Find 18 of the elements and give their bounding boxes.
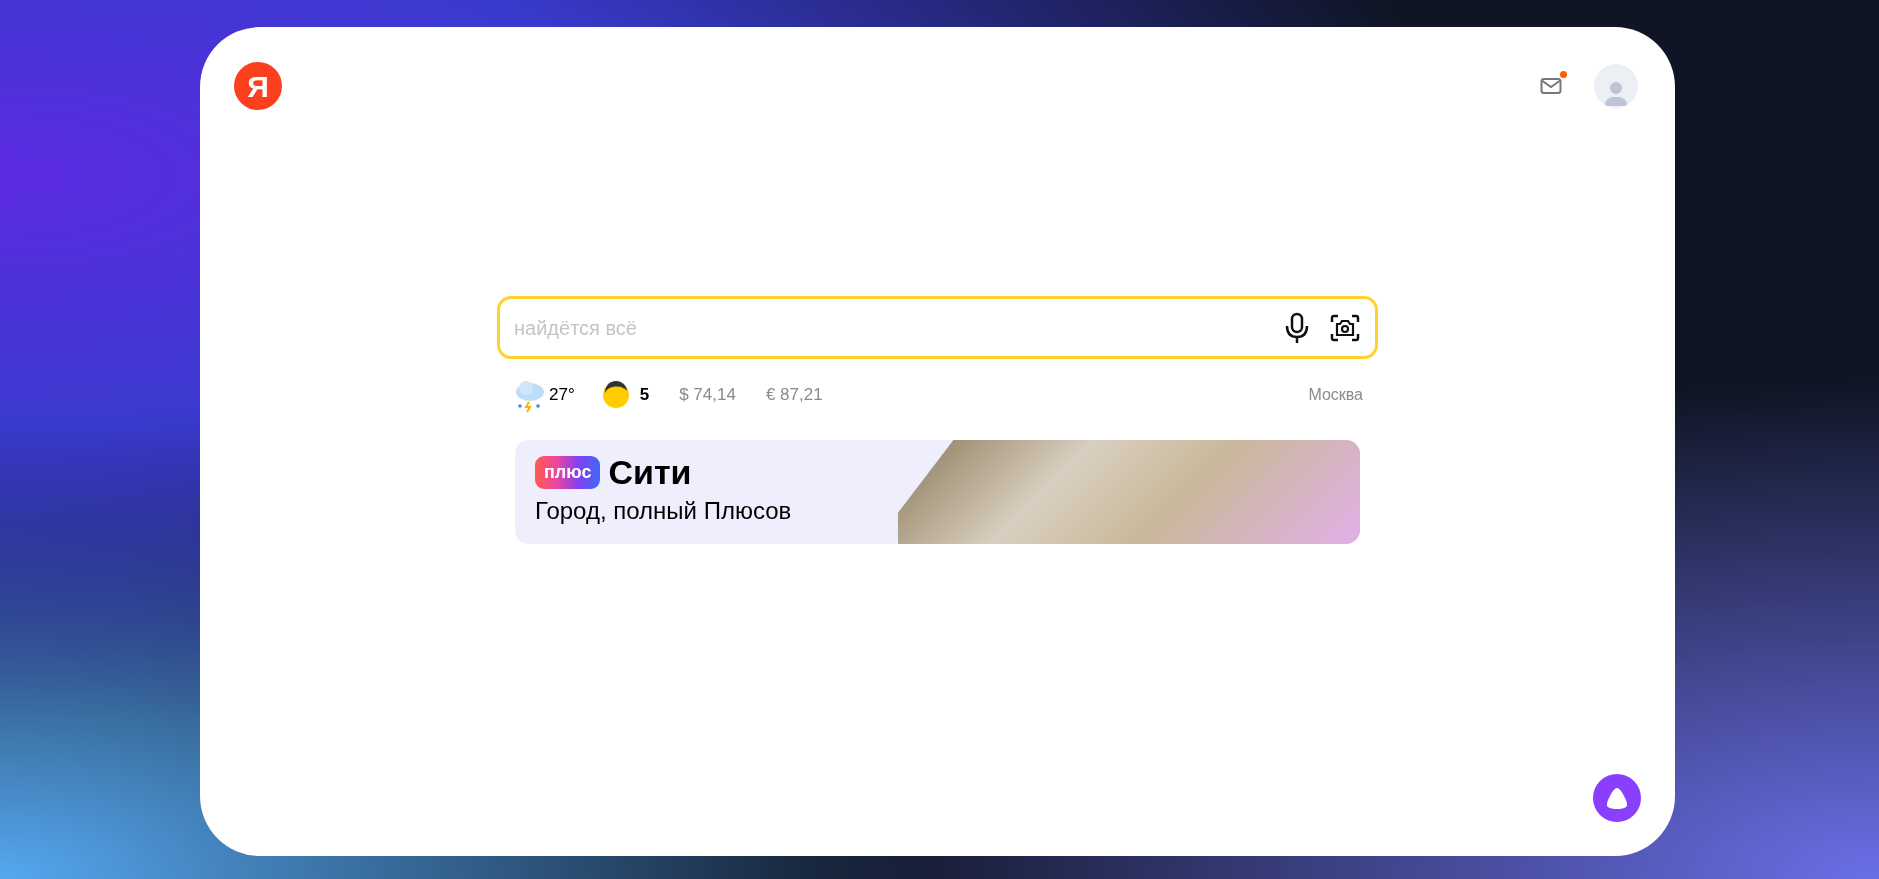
search-field[interactable]: найдётся всё: [497, 296, 1378, 359]
currency-rate[interactable]: $ 74,14: [679, 382, 736, 408]
search-input[interactable]: найдётся всё: [514, 312, 1283, 343]
microphone-icon[interactable]: [1283, 311, 1311, 344]
weather-temperature[interactable]: 27°: [549, 382, 575, 408]
city-name[interactable]: Москва: [1308, 383, 1363, 407]
promo-banner[interactable]: плюс Сити Город, полный Плюсов: [515, 440, 1360, 544]
banner-subtitle: Город, полный Плюсов: [535, 496, 792, 526]
camera-icon[interactable]: [1329, 312, 1361, 343]
assistant-icon: [1604, 786, 1630, 810]
assistant-button[interactable]: [1593, 774, 1641, 822]
currency-rate[interactable]: € 87,21: [765, 382, 823, 408]
banner-title: Сити: [608, 455, 692, 489]
traffic-icon: [601, 381, 630, 409]
mail-icon: [1540, 77, 1562, 95]
plus-badge: плюс: [535, 455, 601, 489]
traffic-score[interactable]: 5: [639, 382, 650, 408]
yandex-logo[interactable]: Я: [234, 62, 282, 110]
